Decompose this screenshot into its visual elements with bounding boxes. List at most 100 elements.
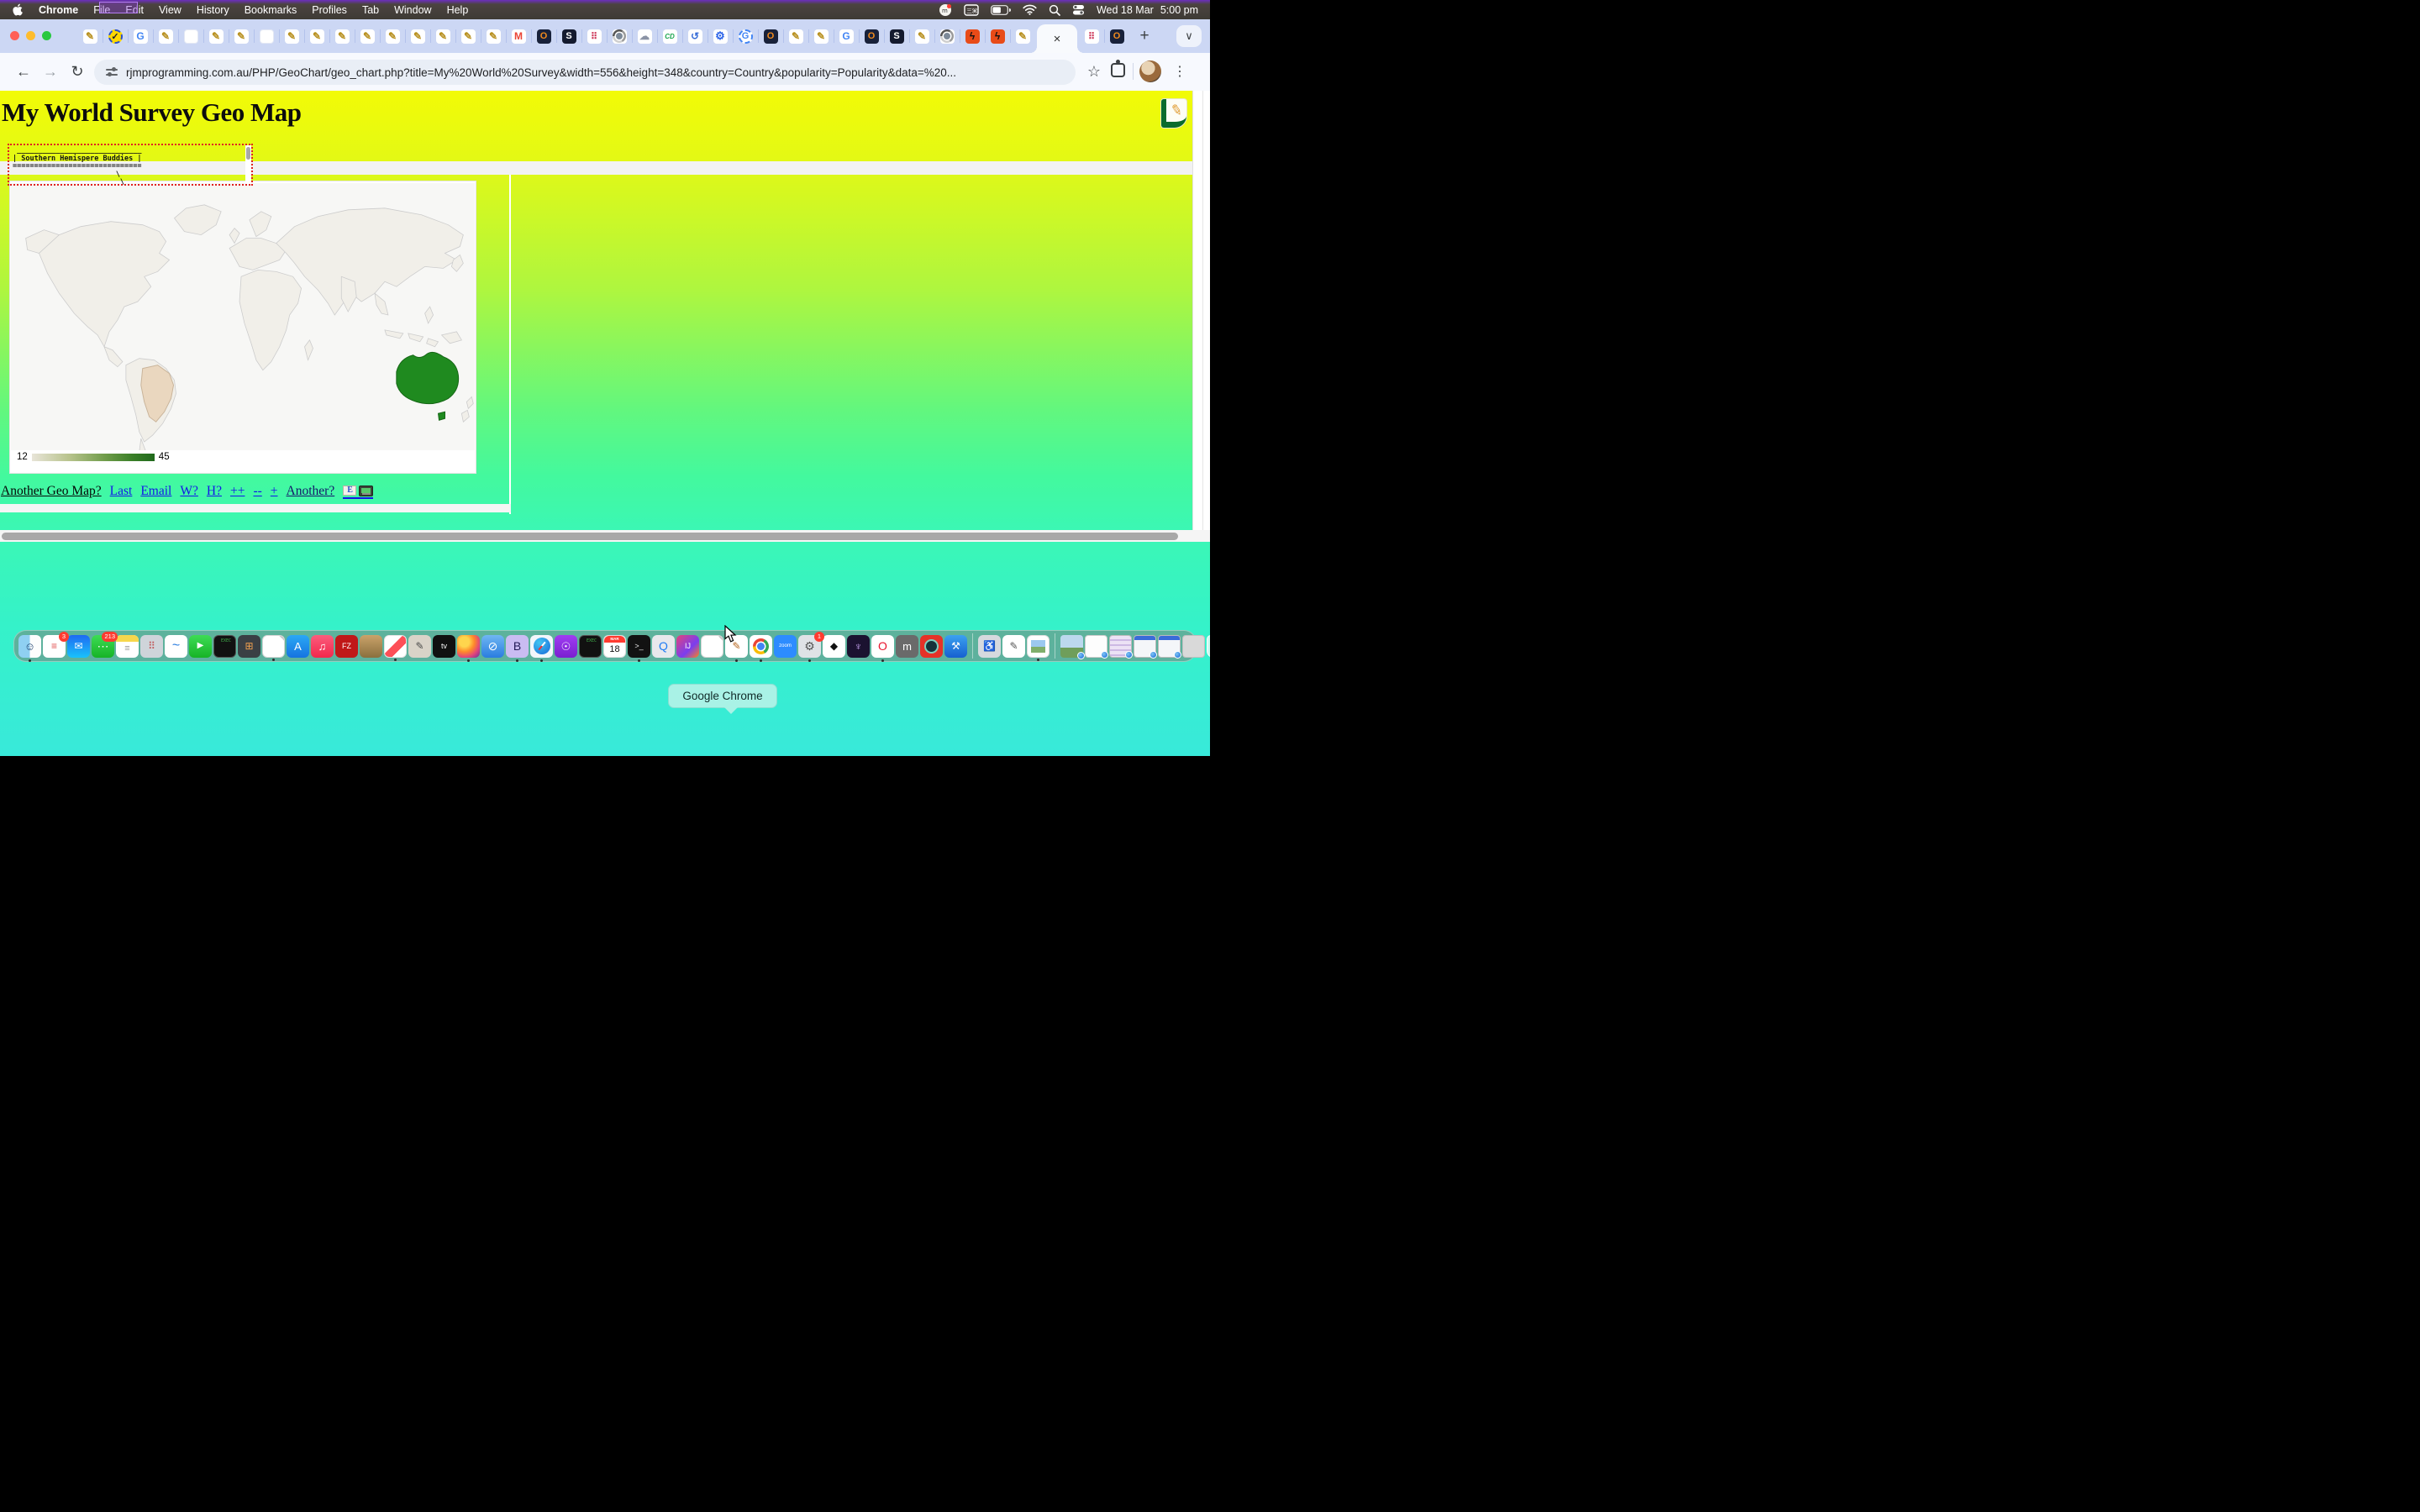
dock-textedit[interactable] [262,635,285,658]
reload-button[interactable]: ↻ [66,60,89,83]
google-ring-tab[interactable]: G [733,19,758,53]
dock-safari[interactable] [530,635,553,658]
close-window-button[interactable] [10,31,19,40]
gmail-tab[interactable]: M [506,19,531,53]
zoom-window-button[interactable] [42,31,51,40]
dock-facetime[interactable]: ▶ [189,635,212,658]
blank-tab[interactable] [178,19,203,53]
back-button[interactable]: ← [12,60,35,83]
blank-tab[interactable] [254,19,279,53]
dock-selfcontrol[interactable]: ⊘ [481,635,504,658]
dock-notes[interactable]: ≡ [116,635,139,658]
pencil-tab[interactable]: ✎ [405,19,430,53]
menu-bookmarks[interactable]: Bookmarks [237,0,305,19]
pencil-tab[interactable]: ✎ [203,19,229,53]
dock-messages[interactable]: ⋯213 [92,635,114,658]
dock-preview-photo[interactable] [1027,635,1050,658]
pencil-tab[interactable]: ✎ [77,19,103,53]
dock-opera[interactable]: O [871,635,894,658]
dock-news[interactable] [384,635,407,658]
cloud-tab[interactable]: ☁ [632,19,657,53]
pencil-tab[interactable]: ✎ [380,19,405,53]
dock-intellij-idea[interactable]: IJ [676,635,699,658]
swift-tab[interactable]: ϟ [960,19,985,53]
computer-monitor-icon[interactable] [359,486,373,496]
dock-calculator[interactable]: ⊞ [238,635,260,658]
link-last[interactable]: Last [110,484,133,499]
dock-music[interactable]: ♫ [311,635,334,658]
navy-o-tab[interactable]: O [859,19,884,53]
link-w[interactable]: W? [180,484,198,499]
dock-minimized-window-3[interactable] [1158,635,1181,658]
dock-archive-app[interactable] [360,635,382,658]
menu-view[interactable]: View [151,0,189,19]
spotlight-search-icon[interactable] [1049,4,1060,16]
menu-profiles[interactable]: Profiles [304,0,355,19]
tooltip-textarea[interactable]: _____________________________ | Southern… [8,144,253,186]
dock-launchpad[interactable]: ⠿ [140,635,163,658]
dock-gitkraken[interactable]: ♆ [847,635,870,658]
check-tab[interactable]: ✓ [103,19,128,53]
dock-exec-app-2[interactable]: EXEC [579,635,602,658]
textarea-scrollbar[interactable] [245,145,251,184]
extensions-puzzle-icon[interactable] [1111,63,1125,77]
minimize-window-button[interactable] [26,31,35,40]
link-another[interactable]: Another? [287,484,335,499]
active-tab[interactable]: × [1037,24,1077,53]
url-text[interactable]: rjmprogramming.com.au/PHP/GeoChart/geo_c… [126,66,956,79]
dock-zoom[interactable]: zoom [774,635,797,658]
pencil-tab[interactable]: ✎ [355,19,380,53]
link-[interactable]: -- [253,484,261,499]
horizontal-scrollbar[interactable] [0,530,1210,542]
orange-ring-tab[interactable]: O [758,19,783,53]
menu-bar-clock[interactable]: Wed 18 Mar 5:00 pm [1097,4,1198,16]
dark-s-tab[interactable]: S [556,19,581,53]
color-dots-tab[interactable]: ⠿ [581,19,607,53]
dock-minimized-file[interactable] [1182,635,1205,658]
page-vertical-scrollbar[interactable] [1192,91,1210,542]
orange-ring-tab[interactable]: O [531,19,556,53]
dock-finder[interactable]: ☺ [18,635,41,658]
apple-menu[interactable] [0,3,31,16]
navy-o-tab[interactable]: O [1104,19,1129,53]
google-tab[interactable]: G [128,19,153,53]
dock-quicktime[interactable]: Q [652,635,675,658]
dock-reminders[interactable]: ≡3 [43,635,66,658]
dock-accessibility-app[interactable]: ♿ [978,635,1001,658]
color-dots-tab[interactable]: ⠿ [1079,19,1104,53]
menu-tab[interactable]: Tab [355,0,387,19]
dock-minimized-window-2[interactable] [1134,635,1156,658]
dark-s-tab[interactable]: S [884,19,909,53]
profile-avatar[interactable] [1139,60,1161,82]
dock-libreoffice-doc[interactable] [701,635,723,658]
new-tab-button[interactable]: + [1133,24,1156,48]
link-[interactable]: + [271,484,278,499]
pencil-tab[interactable]: ✎ [153,19,178,53]
dock-trash[interactable] [1207,635,1210,658]
horizontal-scrollbar-thumb[interactable] [2,533,1178,540]
gear-tab[interactable]: ⚙ [708,19,733,53]
dock-freeform[interactable]: ~ [165,635,187,658]
menu-help[interactable]: Help [439,0,476,19]
pencil-tab[interactable]: ✎ [783,19,808,53]
input-source-icon[interactable]: 三⌘ [964,4,979,16]
forward-button[interactable]: → [39,60,62,83]
menu-chrome[interactable]: Chrome [31,0,86,19]
dock-inkscape[interactable]: ◆ [823,635,845,658]
dock-camtasia[interactable] [920,635,943,658]
icon-links[interactable] [343,486,373,499]
dock-google-chrome[interactable] [750,635,772,658]
control-center-icon[interactable] [1072,4,1085,15]
address-bar[interactable]: rjmprogramming.com.au/PHP/GeoChart/geo_c… [94,60,1076,85]
dock-mail[interactable]: ✉ [67,635,90,658]
dock-podcasts[interactable]: ☉ [555,635,577,658]
link-another-geo-map[interactable]: Another Geo Map? [1,484,102,499]
notification-app-icon[interactable]: m [939,3,952,17]
link-h[interactable]: H? [207,484,222,499]
dock-calendar[interactable]: MAR18 [603,635,626,658]
pencil-tab[interactable]: ✎ [329,19,355,53]
history-tab[interactable]: ↺ [682,19,708,53]
chrome-gray-tab[interactable] [934,19,960,53]
pencil-tab[interactable]: ✎ [430,19,455,53]
notepad-pencil-logo[interactable]: ✎ [1161,99,1186,128]
